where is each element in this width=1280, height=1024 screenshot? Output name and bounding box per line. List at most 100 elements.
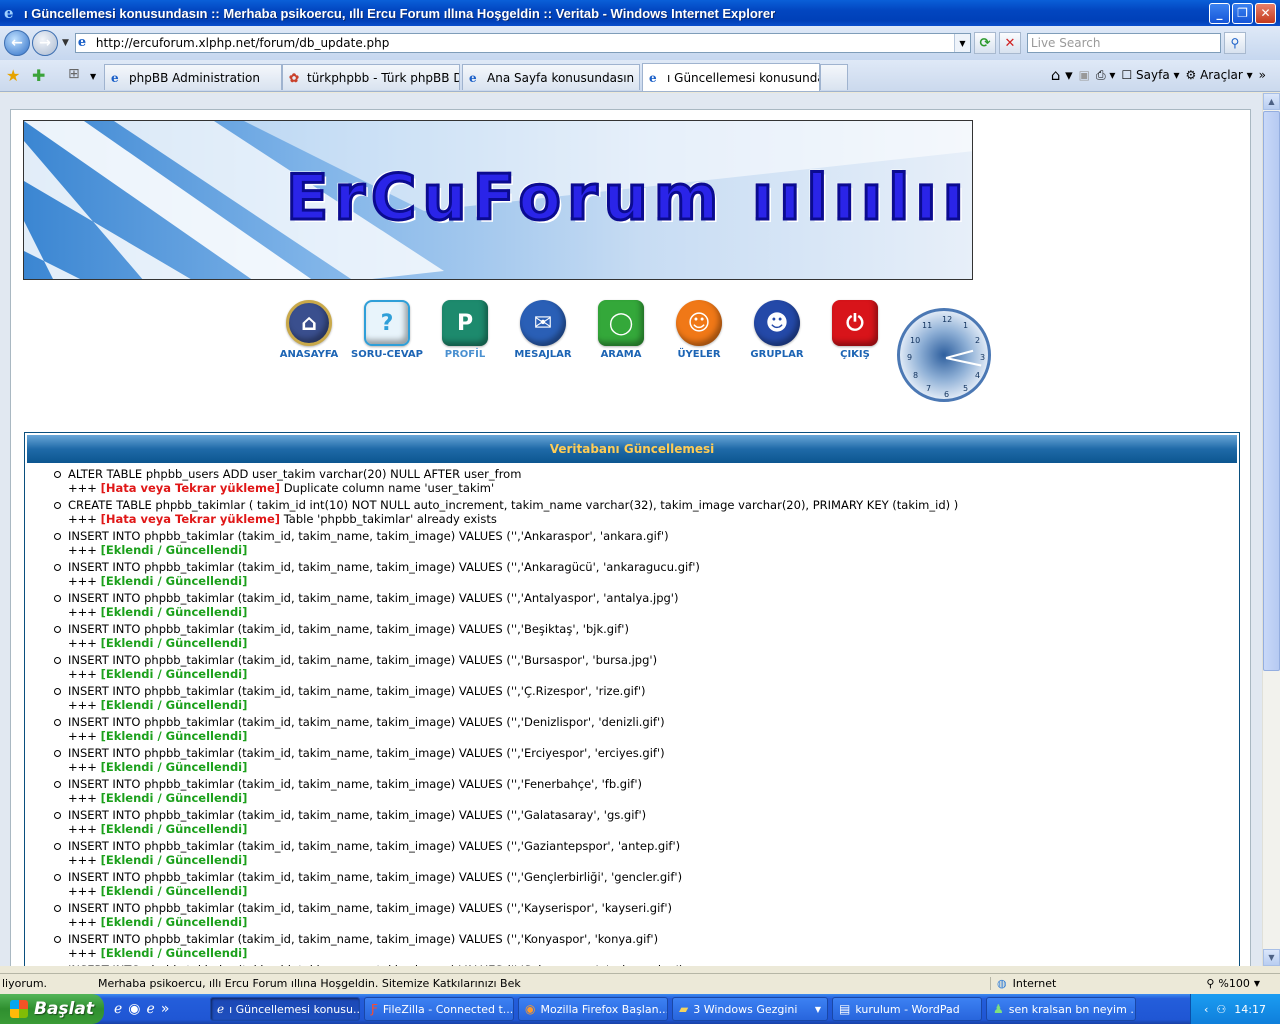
folder-icon: ▰ [679,1002,689,1016]
address-bar[interactable]: e http://ercuforum.xlphp.net/forum/db_up… [74,33,971,53]
command-bar: ⌂ ▾ ▣ ⎙ ▾ ☐ Sayfa ▾ ⚙ Araçlar ▾ » [1051,66,1266,84]
sql-query: CREATE TABLE phpbb_takimlar ( takim_id i… [68,498,959,512]
taskbar: Başlat ℯ ◉ ℯ » ℯ ı Güncellemesi konusu..… [0,994,1280,1024]
wordpad-icon: ▤ [839,1002,851,1016]
add-favorite-icon[interactable]: ✚ [32,66,45,85]
clock-number: 10 [910,336,921,345]
forum-banner[interactable]: ErCuForum ıılıılıı [23,120,973,280]
clock-number: 12 [942,315,953,324]
nav-mesajlar[interactable]: ✉ MESAJLAR [505,300,581,360]
tab-label: ı Güncellemesi konusunda... [667,70,820,85]
tray-expand-icon[interactable]: ‹ [1204,1003,1208,1016]
nav-soru-cevap[interactable]: ? SORU-CEVAP [349,300,425,360]
success-status: [Eklendi / Güncellendi] [100,543,248,557]
result-prefix: +++ [68,698,101,712]
nav-profil[interactable]: P PROFİL [427,300,503,360]
nav-cikis[interactable]: ⏻ ÇIKIŞ [817,300,893,360]
print-icon[interactable]: ⎙ ▾ [1096,68,1115,83]
scroll-down-arrow[interactable]: ▼ [1263,949,1280,966]
firefox-icon[interactable]: ◉ [128,1001,140,1017]
task-ie[interactable]: ℯ ı Güncellemesi konusu... [210,997,360,1021]
tab-label: türkphpbb - Türk phpBB Dest... [307,70,459,85]
sql-query: INSERT INTO phpbb_takimlar (takim_id, ta… [68,622,629,636]
forum-nav: ⌂ ANASAYFA ? SORU-CEVAP P PROFİL ✉ MESAJ… [271,300,881,370]
stop-button[interactable]: ✕ [998,32,1021,54]
nav-gruplar[interactable]: ☻ GRUPLAR [739,300,815,360]
zoom-control[interactable]: ⚲ %100 ▼ [1206,977,1260,990]
scroll-up-arrow[interactable]: ▲ [1263,93,1280,110]
result-prefix: +++ [68,853,101,867]
profile-icon: P [442,300,488,346]
result-prefix: +++ [68,512,101,526]
home-icon[interactable]: ⌂ ▾ [1051,66,1073,84]
update-entry: INSERT INTO phpbb_takimlar (takim_id, ta… [54,622,1239,650]
sql-query: INSERT INTO phpbb_takimlar (takim_id, ta… [68,839,681,853]
more-chevron-icon[interactable]: » [1259,68,1266,82]
favorites-star-icon[interactable]: ★ [6,66,20,85]
url-text: http://ercuforum.xlphp.net/forum/db_upda… [95,36,390,50]
task-messenger[interactable]: ♟ sen kralsan bn neyim ... [986,997,1136,1021]
start-button[interactable]: Başlat [0,994,104,1024]
result-line: +++ [Eklendi / Güncellendi] [68,574,1239,588]
success-status: [Eklendi / Güncellendi] [100,915,248,929]
result-line: +++ [Eklendi / Güncellendi] [68,853,1239,867]
result-prefix: +++ [68,729,101,743]
result-prefix: +++ [68,667,101,681]
task-label: sen kralsan bn neyim ... [1008,1002,1136,1016]
back-button[interactable]: ← [4,30,30,56]
search-input[interactable]: Live Search [1026,33,1221,53]
success-status: [Eklendi / Güncellendi] [100,760,248,774]
search-icon[interactable]: ⚲ [1223,32,1246,54]
error-detail: Table 'phpbb_takimlar' already exists [283,512,497,526]
tools-menu[interactable]: ⚙ Araçlar ▾ [1186,68,1253,82]
ie-icon[interactable]: ℯ [147,1001,155,1017]
result-prefix: +++ [68,636,101,650]
task-wordpad[interactable]: ▤ kurulum - WordPad [832,997,982,1021]
new-tab-button[interactable] [820,64,848,90]
ie-page-icon: e [469,70,477,85]
scroll-thumb[interactable] [1263,111,1280,671]
update-entry: INSERT INTO phpbb_takimlar (takim_id, ta… [54,808,1239,836]
task-filezilla[interactable]: Ƒ FileZilla - Connected t... [364,997,514,1021]
page-menu[interactable]: ☐ Sayfa ▾ [1121,68,1179,82]
nav-anasayfa[interactable]: ⌂ ANASAYFA [271,300,347,360]
update-entry: INSERT INTO phpbb_takimlar (takim_id, ta… [54,777,1239,805]
tab-phpbb-admin[interactable]: e phpBB Administration [104,64,282,90]
forward-button[interactable]: → [32,30,58,56]
network-icon[interactable]: ⚇ [1216,1003,1226,1016]
tab-turkphpbb[interactable]: ✿ türkphpbb - Türk phpBB Dest... [282,64,460,90]
more-chevron-icon[interactable]: » [161,1001,170,1017]
tab-list-dropdown[interactable]: ▼ [90,72,96,81]
security-zone[interactable]: ◍ Internet [990,977,1150,990]
address-dropdown[interactable]: ▼ [953,34,970,52]
vertical-scrollbar[interactable]: ▲ ▼ [1262,93,1280,966]
task-windows-explorer[interactable]: ▰ 3 Windows Gezgini ▼ [672,997,828,1021]
tab-guncellemesi[interactable]: e ı Güncellemesi konusunda... ✕ [642,63,820,91]
success-status: [Eklendi / Güncellendi] [100,822,248,836]
update-entry: INSERT INTO phpbb_takimlar (takim_id, ta… [54,839,1239,867]
ie-icon: ℯ [217,1002,225,1016]
minimize-button[interactable]: _ [1209,2,1230,24]
refresh-button[interactable]: ⟳ [973,32,996,54]
tab-label: Ana Sayfa konusundasın :: ... [487,70,639,85]
recent-pages-dropdown[interactable]: ▼ [62,38,69,48]
status-left: liyorum. [2,977,48,990]
nav-arama[interactable]: ◯ ARAMA [583,300,659,360]
error-status: [Hata veya Tekrar yükleme] [100,512,281,526]
update-entry: INSERT INTO phpbb_takimlar (takim_id, ta… [68,963,1239,966]
page-viewport: ErCuForum ıılıılıı ⌂ ANASAYFA ? SORU-CEV… [0,93,1262,966]
nav-uyeler[interactable]: ☺ ÜYELER [661,300,737,360]
start-label: Başlat [34,999,94,1019]
quick-tabs-icon[interactable]: ⊞ [68,66,80,82]
clock-widget: 12 1 2 3 4 5 6 7 8 9 10 11 [897,308,991,402]
ie-icon[interactable]: ℯ [114,1001,122,1017]
tab-ana-sayfa[interactable]: e Ana Sayfa konusundasın :: ... [462,64,640,90]
clock-minute-hand [945,357,982,367]
success-status: [Eklendi / Güncellendi] [100,667,248,681]
maximize-button[interactable]: ❐ [1232,2,1253,24]
success-status: [Eklendi / Güncellendi] [100,884,248,898]
feeds-icon[interactable]: ▣ [1079,68,1090,82]
task-firefox[interactable]: ◉ Mozilla Firefox Başlan... [518,997,668,1021]
close-button[interactable]: ✕ [1255,2,1276,24]
result-line: +++ [Eklendi / Güncellendi] [68,667,1239,681]
